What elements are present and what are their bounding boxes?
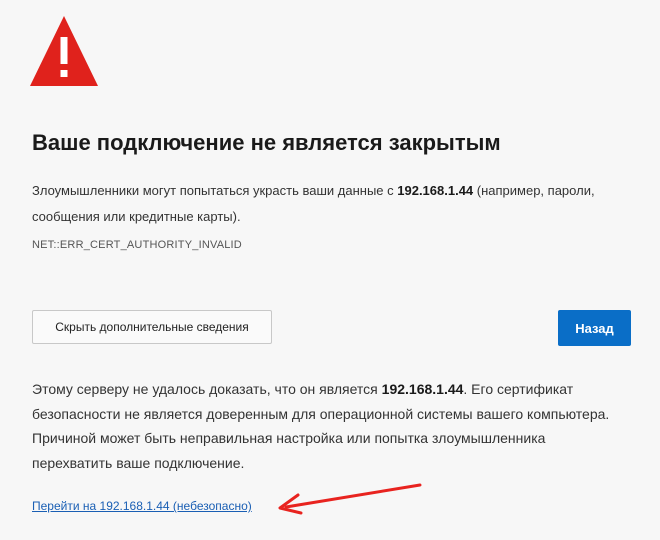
description-prefix: Злоумышленники могут попытаться украсть …: [32, 183, 398, 198]
proceed-unsafe-link[interactable]: Перейти на 192.168.1.44 (небезопасно): [32, 499, 252, 513]
warning-triangle-icon: [30, 16, 98, 86]
details-prefix: Этому серверу не удалось доказать, что о…: [32, 381, 382, 397]
interstitial-page: Ваше подключение не является закрытым Зл…: [0, 0, 660, 540]
description-host: 192.168.1.44: [397, 183, 474, 198]
annotation-arrow-icon: [278, 483, 422, 515]
page-title: Ваше подключение не является закрытым: [32, 130, 501, 155]
details-text: Этому серверу не удалось доказать, что о…: [32, 377, 622, 475]
error-code: NET::ERR_CERT_AUTHORITY_INVALID: [32, 239, 242, 251]
back-button[interactable]: Назад: [558, 310, 631, 346]
warning-description: Злоумышленники могут попытаться украсть …: [32, 178, 632, 230]
details-host: 192.168.1.44: [381, 381, 464, 397]
hide-details-button[interactable]: Скрыть дополнительные сведения: [32, 310, 272, 344]
